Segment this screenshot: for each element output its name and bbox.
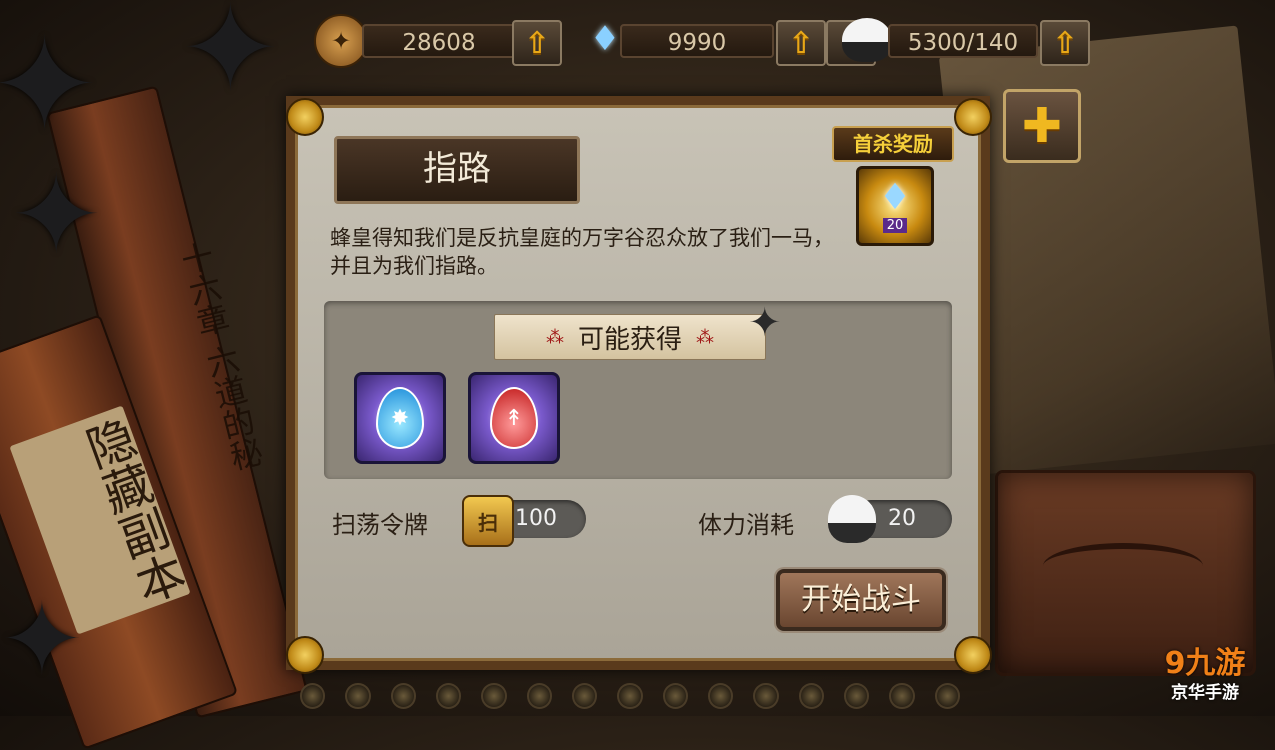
stamina-value: 5300/140 bbox=[888, 24, 1038, 58]
page-dot[interactable] bbox=[889, 683, 915, 709]
buy-coin-button[interactable]: ⇧ bbox=[512, 20, 562, 66]
reward-item-slot[interactable]: ↟ bbox=[468, 372, 560, 464]
page-dot[interactable] bbox=[662, 683, 688, 709]
sweep-token-icon: 扫 bbox=[462, 495, 514, 547]
watermark: 9九游 京华手游 bbox=[1140, 646, 1270, 712]
page-dot[interactable] bbox=[481, 683, 507, 709]
first-kill-label: 首杀奖励 bbox=[832, 126, 954, 162]
page-dot[interactable] bbox=[753, 683, 779, 709]
stamina-cost-label: 体力消耗 bbox=[698, 511, 794, 539]
frame-corner bbox=[286, 98, 324, 136]
frame-corner bbox=[954, 636, 992, 674]
first-kill-count: 20 bbox=[882, 217, 908, 233]
shuriken-coin-icon: ✦ bbox=[314, 14, 368, 68]
frame-corner bbox=[954, 98, 992, 136]
close-button[interactable]: ✚ bbox=[1003, 89, 1081, 163]
page-dot[interactable] bbox=[435, 683, 462, 709]
start-battle-button[interactable]: 开始战斗 bbox=[776, 569, 946, 631]
possible-rewards-title: 可能获得 bbox=[577, 324, 682, 355]
rice-ball-icon bbox=[828, 495, 876, 543]
shuriken-icon: ✦ bbox=[0, 9, 99, 161]
page-dot[interactable] bbox=[617, 683, 643, 709]
first-kill-reward[interactable]: 首杀奖励 ♦ 20 bbox=[832, 126, 954, 252]
page-dot[interactable] bbox=[390, 683, 416, 709]
rice-ball-icon bbox=[842, 18, 892, 62]
page-dot[interactable] bbox=[843, 683, 870, 709]
shuriken-icon: ✦ bbox=[748, 300, 782, 346]
first-kill-gem[interactable]: ♦ 20 bbox=[856, 166, 934, 246]
frame-corner bbox=[286, 636, 324, 674]
shuriken-icon: ✦ bbox=[180, 0, 281, 119]
shuriken-close-icon: ✚ bbox=[1021, 98, 1063, 154]
watermark-logo: 9九游 bbox=[1164, 646, 1246, 681]
buy-diamond-button[interactable]: ⇧ bbox=[776, 20, 826, 66]
buy-stamina-button[interactable]: ⇧ bbox=[1040, 20, 1090, 66]
possible-rewards-banner: ⁂ 可能获得 ⁂ bbox=[494, 314, 766, 360]
reward-item-slot[interactable]: ✸ bbox=[354, 372, 446, 464]
page-dot[interactable] bbox=[707, 683, 734, 709]
coin-value: 28608 bbox=[362, 24, 516, 58]
tomoe-icon: ⁂ bbox=[696, 326, 714, 348]
shuriken-icon: ✦ bbox=[10, 151, 103, 279]
page-dot[interactable] bbox=[934, 683, 960, 709]
page-dot[interactable] bbox=[798, 683, 824, 709]
page-dot[interactable] bbox=[526, 683, 552, 709]
sweep-token-label: 扫荡令牌 bbox=[332, 511, 428, 539]
page-dot[interactable] bbox=[345, 683, 371, 709]
diamond-value: 9990 bbox=[620, 24, 774, 58]
tomoe-icon: ⁂ bbox=[545, 326, 564, 348]
page-dot[interactable] bbox=[300, 683, 326, 709]
red-blood-drop-icon: ↟ bbox=[490, 387, 538, 449]
watermark-site: 京华手游 bbox=[1171, 683, 1239, 703]
page-indicator bbox=[300, 683, 960, 709]
stage-description: 蜂皇得知我们是反抗皇庭的万字谷忍众放了我们一马，并且为我们指路。 bbox=[330, 226, 834, 278]
shuriken-icon: ✦ bbox=[0, 581, 84, 698]
blue-water-drop-icon: ✸ bbox=[376, 387, 424, 449]
arrow-up-icon: ⇧ bbox=[1052, 25, 1078, 61]
page-dot[interactable] bbox=[571, 683, 598, 709]
arrow-up-icon: ⇧ bbox=[524, 25, 550, 61]
arrow-up-icon: ⇧ bbox=[788, 25, 814, 61]
diamond-icon: ♦ bbox=[878, 176, 912, 218]
dialog-title: 指路 bbox=[334, 136, 580, 204]
